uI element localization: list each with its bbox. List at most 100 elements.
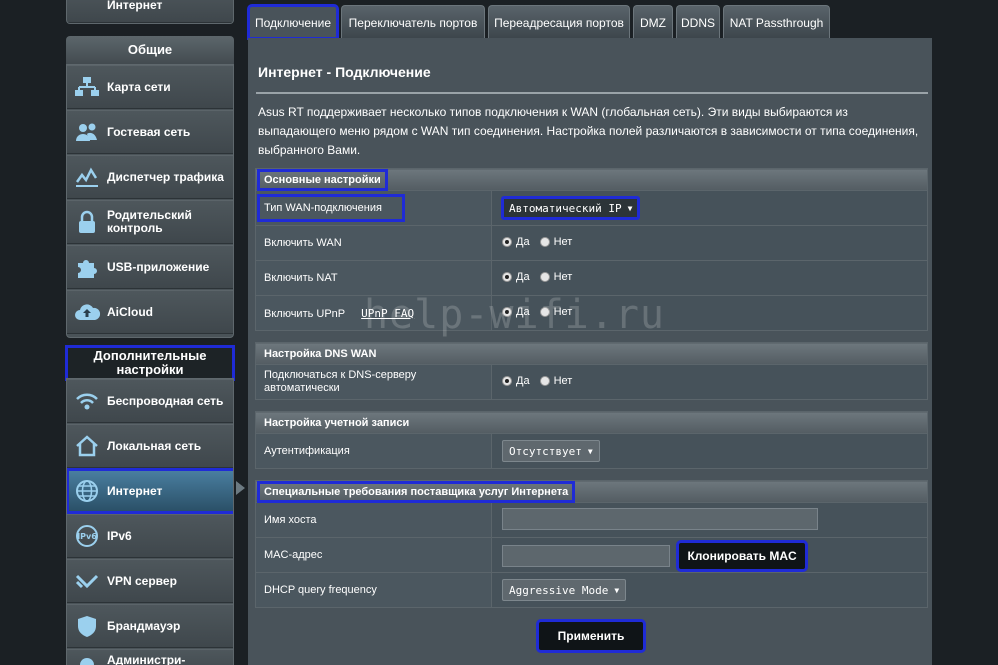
tab-connection[interactable]: Подключение xyxy=(247,4,339,40)
sidebar-item-lan[interactable]: Локальная сеть xyxy=(67,424,233,468)
enable-wan-yes-radio[interactable] xyxy=(502,237,512,247)
radio-label: Да xyxy=(516,306,530,318)
tab-port-forwarding[interactable]: Переадресация портов xyxy=(488,5,630,39)
globe-icon xyxy=(67,469,107,513)
enable-nat-no-radio[interactable] xyxy=(539,272,550,282)
dns-settings-header: Настройка DNS WAN xyxy=(255,342,928,365)
lock-icon xyxy=(67,200,107,244)
section-title: Основные настройки xyxy=(257,168,388,191)
auth-value-cell: Отсутствует ▼ xyxy=(491,433,928,469)
sidebar-item-label: Локальная сеть xyxy=(107,438,202,453)
wan-type-value: Автоматический IP xyxy=(509,201,622,215)
general-menu: Карта сети Гостевая сеть Диспетчер трафи… xyxy=(66,64,234,338)
sidebar-item-label: VPN сервер xyxy=(107,573,177,588)
sidebar-item-label: Гостевая сеть xyxy=(107,124,191,139)
auth-select[interactable]: Отсутствует ▼ xyxy=(502,440,600,462)
isp-settings-header: Специальные требования поставщика услуг … xyxy=(255,480,928,503)
tab-ddns[interactable]: DDNS xyxy=(676,5,720,39)
wan-type-value-cell: Автоматический IP ▼ xyxy=(491,190,928,226)
radio-label: Нет xyxy=(553,306,573,318)
advanced-header: Дополнительные настройки xyxy=(65,345,235,381)
sidebar-item-vpn[interactable]: VPN сервер xyxy=(67,559,233,603)
firewall-icon xyxy=(67,604,107,648)
sidebar-item-internet[interactable]: Интернет xyxy=(67,468,233,514)
guest-network-icon xyxy=(67,110,107,154)
hostname-input[interactable] xyxy=(502,507,818,530)
enable-wan-label: Включить WAN xyxy=(255,225,492,261)
dhcp-query-cell: Aggressive Mode ▼ xyxy=(491,572,928,608)
dhcp-query-value: Aggressive Mode xyxy=(509,583,609,597)
sidebar-item-label: Беспроводная сеть xyxy=(107,393,224,408)
apply-button[interactable]: Применить xyxy=(536,619,646,653)
sidebar-item-firewall[interactable]: Брандмауэр xyxy=(67,604,233,648)
general-header: Общие xyxy=(66,36,234,64)
chevron-down-icon: ▼ xyxy=(627,203,633,213)
sidebar-item-guest-network[interactable]: Гостевая сеть xyxy=(67,110,233,154)
hostname-cell xyxy=(491,502,928,538)
sidebar-item-label: Интернет xyxy=(107,0,163,12)
sidebar-item-label: AiCloud xyxy=(107,304,153,319)
mac-input[interactable] xyxy=(502,545,670,567)
radio-label: Да xyxy=(516,236,530,248)
auto-dns-yes-radio[interactable] xyxy=(502,376,512,386)
puzzle-icon xyxy=(67,245,107,289)
enable-nat-yes-radio[interactable] xyxy=(502,272,512,282)
basic-settings-table: Основные настройки Тип WAN-подключения А… xyxy=(255,168,928,331)
page-title: Интернет - Подключение xyxy=(258,64,431,80)
auto-dns-no-radio[interactable] xyxy=(539,376,550,386)
enable-nat-label: Включить NAT xyxy=(255,260,492,296)
mac-cell: Клонировать MAC xyxy=(491,537,928,573)
sidebar-item-internet-top[interactable]: Интернет xyxy=(67,0,233,23)
upnp-faq-link[interactable]: UPnP FAQ xyxy=(361,307,414,320)
globe-icon xyxy=(67,0,107,23)
mac-label: MAC-адрес xyxy=(255,537,492,573)
sidebar-item-usb-app[interactable]: USB-приложение xyxy=(67,245,233,289)
sidebar-item-label: Интернет xyxy=(107,483,163,498)
tab-nat-passthrough[interactable]: NAT Passthrough xyxy=(723,5,830,39)
sidebar-item-ipv6[interactable]: IPv6 IPv6 xyxy=(67,514,233,558)
dns-settings-table: Настройка DNS WAN Подключаться к DNS-сер… xyxy=(255,342,928,400)
enable-upnp-yes-radio[interactable] xyxy=(502,307,512,317)
radio-label: Да xyxy=(516,375,530,387)
sidebar-item-label: Брандмауэр xyxy=(107,618,181,633)
wan-type-label-cell: Тип WAN-подключения xyxy=(255,190,492,226)
title-divider xyxy=(256,92,928,94)
section-title: Специальные требования поставщика услуг … xyxy=(256,480,576,503)
home-icon xyxy=(67,424,107,468)
enable-upnp-no-radio[interactable] xyxy=(539,307,550,317)
sidebar-item-network-map[interactable]: Карта сети xyxy=(67,65,233,109)
sidebar-top-block: Интернет xyxy=(66,0,234,24)
auto-dns-radios: Да Нет xyxy=(491,364,928,400)
sidebar-item-wireless[interactable]: Беспроводная сеть xyxy=(67,379,233,423)
sidebar-item-parental-control[interactable]: Родительский контроль xyxy=(67,200,233,244)
sidebar-item-label: Администри- xyxy=(107,653,186,665)
ipv6-icon: IPv6 xyxy=(67,514,107,558)
wan-type-select[interactable]: Автоматический IP ▼ xyxy=(500,196,641,220)
admin-icon xyxy=(67,654,107,665)
clone-mac-button[interactable]: Клонировать MAC xyxy=(676,540,809,572)
tab-dmz[interactable]: DMZ xyxy=(633,5,673,39)
sidebar-item-traffic-manager[interactable]: Диспетчер трафика xyxy=(67,155,233,199)
enable-wan-radios: Да Нет xyxy=(491,225,928,261)
sidebar: Интернет Общие Карта сети Гостевая сеть … xyxy=(0,0,248,665)
enable-wan-no-radio[interactable] xyxy=(539,237,550,247)
svg-text:IPv6: IPv6 xyxy=(77,532,97,541)
radio-label: Да xyxy=(516,271,530,283)
advanced-menu: Беспроводная сеть Локальная сеть Интерне… xyxy=(66,378,234,665)
hostname-label: Имя хоста xyxy=(255,502,492,538)
active-item-pointer xyxy=(236,481,245,495)
wireless-icon xyxy=(67,379,107,423)
account-settings-table: Настройка учетной записи Аутентификация … xyxy=(255,411,928,469)
isp-settings-table: Специальные требования поставщика услуг … xyxy=(255,480,928,608)
chevron-down-icon: ▼ xyxy=(587,446,593,456)
page-description: Asus RT поддерживает несколько типов под… xyxy=(258,105,919,157)
sidebar-item-aicloud[interactable]: AiCloud xyxy=(67,290,233,334)
sidebar-item-admin[interactable]: Администри- xyxy=(67,649,233,665)
auth-value: Отсутствует xyxy=(509,444,582,458)
tab-port-switch[interactable]: Переключатель портов xyxy=(341,5,485,39)
enable-upnp-radios: Да Нет xyxy=(491,295,928,331)
sidebar-item-label: Карта сети xyxy=(107,79,171,94)
radio-label: Нет xyxy=(553,271,573,283)
wan-type-label: Тип WAN-подключения xyxy=(257,194,405,222)
dhcp-query-select[interactable]: Aggressive Mode ▼ xyxy=(502,579,627,601)
